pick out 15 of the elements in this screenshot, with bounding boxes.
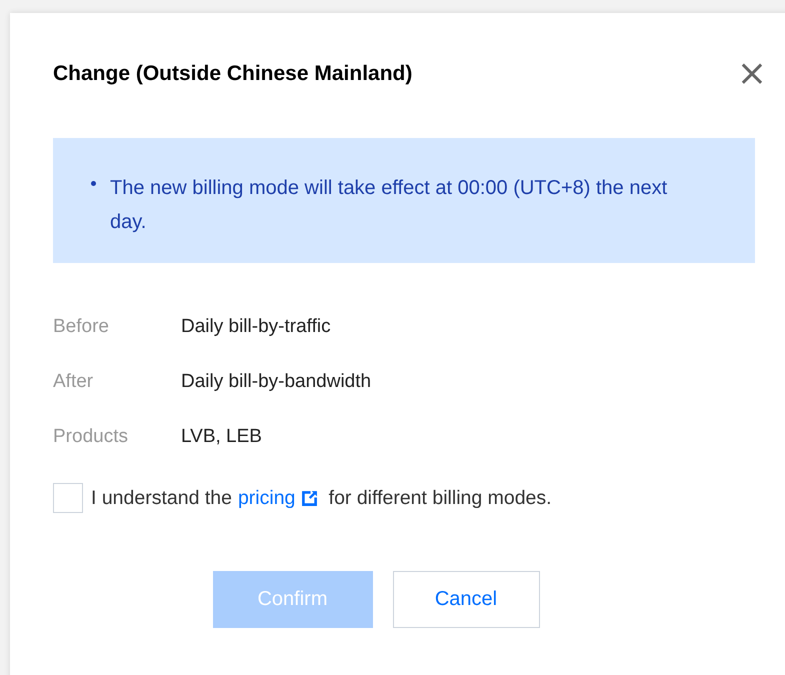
- detail-label: After: [53, 370, 94, 393]
- close-button[interactable]: ×: [736, 59, 767, 89]
- detail-label: Before: [53, 315, 110, 338]
- dialog-title: Change (Outside Chinese Mainland): [53, 62, 412, 86]
- bullet-icon: [91, 181, 96, 186]
- notice-text: The new billing mode will take effect at 00:00 (UTC+8) the next day.: [110, 176, 668, 235]
- agreement-text: I understand the pricing for different billing modes.: [91, 486, 552, 510]
- detail-value: LVB, LEB: [181, 425, 262, 448]
- external-link-icon[interactable]: [300, 490, 318, 506]
- cancel-button[interactable]: Cancel: [392, 571, 540, 628]
- detail-label: Products: [53, 425, 129, 448]
- agreement-checkbox[interactable]: [53, 483, 83, 513]
- detail-value: Daily bill-by-bandwidth: [181, 370, 372, 393]
- pricing-link[interactable]: pricing: [238, 486, 296, 510]
- detail-value: Daily bill-by-traffic: [181, 315, 331, 338]
